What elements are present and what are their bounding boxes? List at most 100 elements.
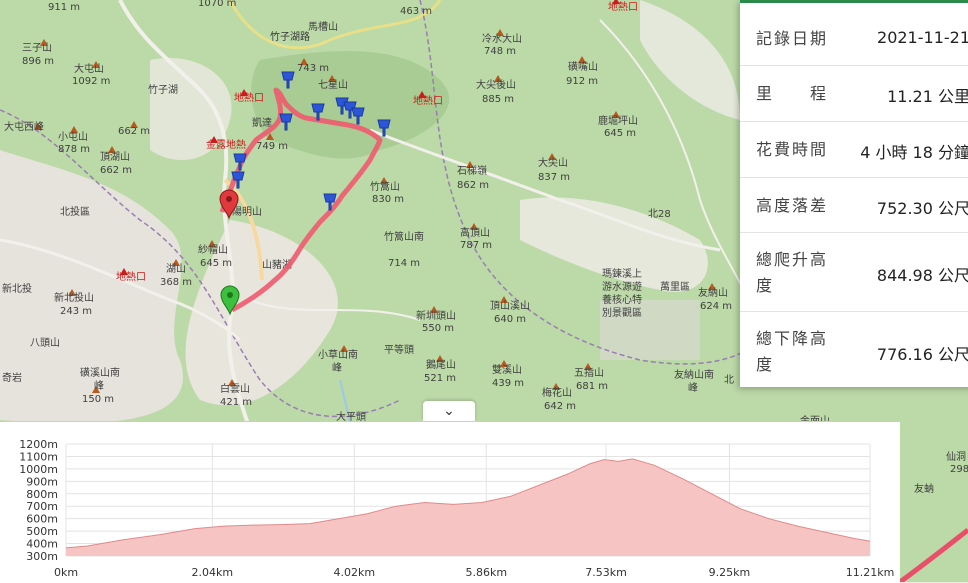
map-label: 磺溪山南 — [80, 366, 120, 379]
map-label: 743 m — [297, 63, 329, 74]
map-label: 624 m — [700, 301, 732, 312]
map-label: 1070 m — [198, 0, 236, 9]
stat-row-date: 記錄日期 2021-11-21 — [740, 13, 968, 66]
map-label: 463 m — [400, 6, 432, 17]
map-label: 高頂山 — [460, 226, 490, 239]
map-label: 紗帽山 — [198, 243, 228, 256]
map-label: 友納山 — [698, 286, 728, 299]
y-tick-label: 700m — [26, 500, 58, 513]
stat-label: 總爬升高度 — [756, 250, 829, 295]
map-label: 頂山溪山 — [490, 300, 530, 312]
map-label: 梅花山 — [542, 386, 572, 399]
stat-row-total-descent: 總下降高度 776.16 公尺 — [740, 312, 968, 387]
map-label: 七星山 — [318, 79, 348, 91]
map-label: 友納山南 — [674, 368, 714, 381]
map-label: 平等頭 — [384, 343, 414, 356]
elevation-profile-chart[interactable]: 300m400m500m600m700m800m900m1000m1100m12… — [0, 421, 900, 583]
x-tick-label: 2.04km — [192, 566, 234, 579]
map-label: 竹子湖 — [148, 83, 178, 96]
map-label: 911 m — [48, 2, 80, 13]
collapse-elevation-button[interactable]: ⌄ — [423, 401, 475, 421]
stat-label: 記錄日期 — [756, 29, 829, 48]
map-label: 662 m — [118, 126, 150, 137]
map-label: 峰 — [688, 382, 698, 394]
map-label: 竹子湖路 — [270, 30, 310, 43]
map-label: 別景觀區 — [602, 307, 642, 319]
map-label: 金露地熱 — [206, 138, 246, 151]
stat-label: 里 程 — [756, 84, 829, 103]
stat-label: 總下降高度 — [756, 329, 829, 374]
map-label: 友蚋 — [914, 482, 934, 495]
stat-row-distance: 里 程 11.21 公里 — [740, 66, 968, 122]
map-label: 421 m — [220, 397, 252, 408]
map-label: 642 m — [544, 401, 576, 412]
map-label: 新北投 — [2, 282, 32, 295]
y-tick-label: 300m — [26, 550, 58, 563]
map-label: 大屯山 — [74, 62, 104, 75]
map-label: 瑪鍊溪上 — [602, 267, 642, 280]
map-label: 714 m — [388, 258, 420, 269]
stat-value: 752.30 公尺 — [876, 199, 968, 218]
y-tick-label: 1100m — [19, 450, 58, 463]
stat-value: 776.16 公尺 — [876, 345, 968, 364]
map-label: 大尖山 — [538, 156, 568, 169]
map-label: 湖山 — [166, 263, 186, 275]
map-label: 頂湖山 — [100, 151, 130, 163]
x-tick-label: 7.53km — [585, 566, 627, 579]
map-label: 681 m — [576, 381, 608, 392]
map-label: 243 m — [60, 306, 92, 317]
y-tick-label: 500m — [26, 525, 58, 538]
map-label: 游水源遊 — [602, 280, 642, 293]
map-label: 鹿堀坪山 — [598, 114, 638, 127]
map-label: 五指山 — [574, 366, 604, 379]
map-label: 地熱口 — [413, 94, 443, 107]
map-label: 養核心特 — [602, 293, 642, 306]
map-label: 北 — [724, 374, 734, 386]
map-label: 八頭山 — [30, 337, 60, 349]
map-label: 368 m — [160, 277, 192, 288]
map-label: 白雲山 — [220, 382, 250, 395]
map-label: 鵝尾山 — [426, 358, 456, 371]
map-label: 862 m — [457, 180, 489, 191]
map-label: 885 m — [482, 94, 514, 105]
x-tick-label: 11.21km — [846, 566, 895, 579]
chevron-down-icon: ⌄ — [443, 403, 455, 419]
map-label: 830 m — [372, 194, 404, 205]
map-label: 645 m — [200, 258, 232, 269]
map-label: 912 m — [566, 76, 598, 87]
map-label: 550 m — [422, 323, 454, 334]
map-label: 小屯山 — [58, 130, 88, 143]
map-label: 439 m — [492, 378, 524, 389]
map-label: 奇岩 — [2, 371, 22, 384]
stat-row-duration: 花費時間 4 小時 18 分鐘 — [740, 122, 968, 178]
map-label: 645 m — [604, 128, 636, 139]
map-label: 萬里區 — [660, 280, 690, 293]
map-label: 磺嘴山 — [568, 60, 598, 73]
map-label: 298 — [950, 464, 968, 475]
stat-value: 4 小時 18 分鐘 — [860, 143, 968, 162]
y-tick-label: 1200m — [19, 438, 58, 451]
map-label: 小草山南 — [318, 348, 358, 361]
x-tick-label: 4.02km — [334, 566, 376, 579]
map-label: 竹篙山南 — [384, 230, 424, 243]
map-label: 石梯嶺 — [457, 164, 487, 177]
map-label: 馬槽山 — [308, 20, 338, 33]
map-label: 仙洞 — [946, 450, 966, 463]
map-label: 三子山 — [22, 42, 52, 54]
map-label: 大尖後山 — [476, 78, 516, 91]
map-label: 662 m — [100, 165, 132, 176]
map-label: 1092 m — [72, 76, 110, 87]
map-label: 749 m — [256, 141, 288, 152]
map-label: 峰 — [94, 380, 104, 392]
stat-value: 11.21 公里 — [887, 87, 968, 106]
stat-label: 高度落差 — [756, 196, 829, 215]
map-label: 地熱口 — [608, 0, 638, 13]
map-label: 北投區 — [60, 205, 90, 218]
x-tick-label: 5.86km — [465, 566, 507, 579]
map-label: 878 m — [58, 144, 90, 155]
map-label: 竹篙山 — [370, 180, 400, 193]
track-stats-panel: 記錄日期 2021-11-21 里 程 11.21 公里 花費時間 4 小時 1… — [740, 0, 968, 387]
map-label: 地熱口 — [116, 270, 146, 283]
stat-value: 2021-11-21 — [877, 28, 968, 47]
map-label: 大屯西峰 — [4, 120, 44, 133]
